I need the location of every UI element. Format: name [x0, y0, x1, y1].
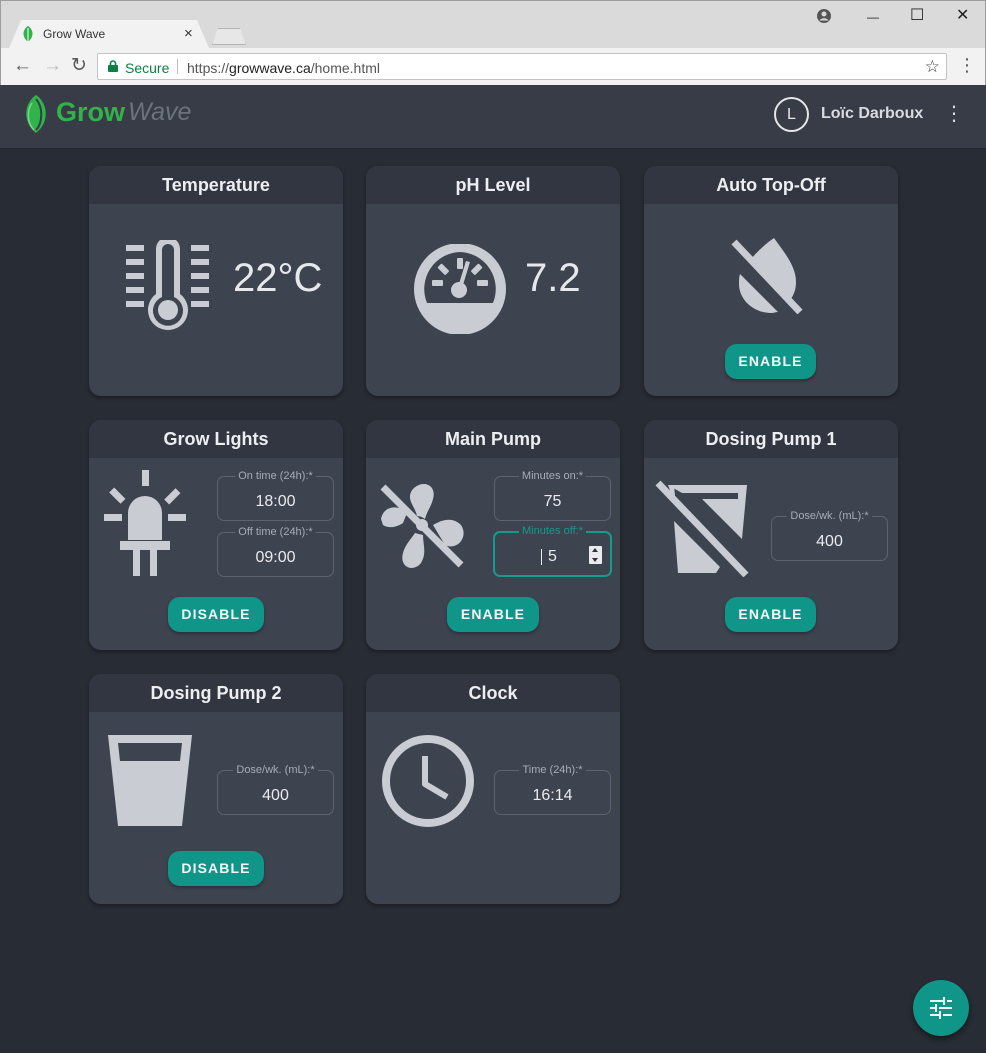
minimize-icon[interactable]: —: [867, 8, 879, 26]
back-icon[interactable]: ←: [13, 55, 32, 77]
browser-chrome: Grow Wave × — ☐ ✕ ← → ↻ Secure https://g…: [0, 0, 986, 86]
omnibox-divider: [177, 59, 178, 74]
led-icon: [104, 470, 186, 578]
dosing-pump-1-card: Dosing Pump 1 Dose/wk. (mL):* 400 ENABLE: [644, 420, 898, 650]
card-title: Temperature: [89, 166, 343, 204]
maximize-icon[interactable]: ☐: [910, 7, 924, 25]
grow-lights-disable-button[interactable]: DISABLE: [168, 597, 264, 632]
time-label: Time (24h):*: [519, 764, 586, 776]
minutes-on-label: Minutes on:*: [518, 470, 587, 482]
card-title: Clock: [366, 674, 620, 712]
address-bar[interactable]: Secure https://growwave.ca/home.html ☆: [97, 53, 947, 80]
tab-title: Grow Wave: [43, 27, 106, 41]
tab-strip: Grow Wave × — ☐ ✕: [1, 1, 985, 48]
clock-card: Clock Time (24h):* 16:14: [366, 674, 620, 904]
dose-label: Dose/wk. (mL):*: [233, 764, 318, 776]
window-close-icon[interactable]: ✕: [956, 7, 969, 25]
browser-menu-icon[interactable]: ⋮: [958, 54, 976, 76]
new-tab-button[interactable]: [212, 28, 246, 45]
leaf-favicon-icon: [23, 26, 33, 42]
browser-tab[interactable]: [9, 20, 209, 48]
user-name[interactable]: Loïc Darboux: [821, 105, 923, 123]
main-pump-enable-button[interactable]: ENABLE: [447, 597, 539, 632]
off-time-field[interactable]: Off time (24h):* 09:00: [217, 526, 334, 577]
leaf-logo-icon: [26, 95, 46, 133]
minutes-off-field[interactable]: Minutes off:* 5: [493, 525, 612, 577]
tune-icon: [930, 997, 952, 1019]
on-time-label: On time (24h):*: [235, 470, 316, 482]
off-time-label: Off time (24h):*: [235, 526, 316, 538]
profile-icon[interactable]: [817, 9, 831, 23]
off-time-value[interactable]: 09:00: [218, 549, 333, 567]
card-title: pH Level: [366, 166, 620, 204]
clock-icon: [381, 734, 475, 828]
on-time-field[interactable]: On time (24h):* 18:00: [217, 470, 334, 521]
minutes-on-value[interactable]: 75: [495, 493, 610, 511]
card-title: Main Pump: [366, 420, 620, 458]
dose-label: Dose/wk. (mL):*: [787, 510, 872, 522]
dosing-pump-1-enable-button[interactable]: ENABLE: [725, 597, 816, 632]
time-value[interactable]: 16:14: [495, 787, 610, 805]
lock-icon: [108, 60, 118, 72]
bookmark-star-icon[interactable]: ☆: [925, 57, 940, 77]
thermometer-icon: [125, 240, 211, 334]
card-title: Auto Top-Off: [644, 166, 898, 204]
url-text: https://growwave.ca/home.html: [187, 60, 380, 76]
logo-grow-text: Grow: [56, 97, 126, 127]
dosing-pump-2-card: Dosing Pump 2 Dose/wk. (mL):* 400 DISABL…: [89, 674, 343, 904]
fan-off-icon: [379, 481, 465, 569]
ph-level-card: pH Level 7.2: [366, 166, 620, 396]
ph-value: 7.2: [525, 256, 581, 300]
avatar[interactable]: L: [774, 97, 809, 132]
on-time-value[interactable]: 18:00: [218, 493, 333, 511]
reload-icon[interactable]: ↻: [71, 55, 87, 77]
auto-top-off-enable-button[interactable]: ENABLE: [725, 344, 816, 379]
time-field[interactable]: Time (24h):* 16:14: [494, 764, 611, 815]
temperature-value: 22°C: [233, 256, 323, 300]
dose-field[interactable]: Dose/wk. (mL):* 400: [217, 764, 334, 815]
dosing-pump-2-disable-button[interactable]: DISABLE: [168, 851, 264, 886]
browser-toolbar: ← → ↻ Secure https://growwave.ca/home.ht…: [1, 48, 985, 86]
tab-close-icon[interactable]: ×: [184, 25, 193, 43]
dose-field[interactable]: Dose/wk. (mL):* 400: [771, 510, 888, 561]
secure-label: Secure: [125, 60, 170, 76]
water-off-icon: [730, 234, 804, 314]
card-title: Dosing Pump 1: [644, 420, 898, 458]
auto-top-off-card: Auto Top-Off ENABLE: [644, 166, 898, 396]
card-title: Grow Lights: [89, 420, 343, 458]
grow-lights-card: Grow Lights On time (24h):* 18:00 Off ti…: [89, 420, 343, 650]
app-menu-icon[interactable]: ⋮: [944, 102, 964, 126]
card-title: Dosing Pump 2: [89, 674, 343, 712]
logo-wave-text: Wave: [128, 98, 192, 126]
settings-fab-button[interactable]: [913, 980, 969, 1036]
cup-off-icon: [654, 479, 750, 577]
main-pump-card: Main Pump Minutes on:* 75 Minutes off:* …: [366, 420, 620, 650]
gauge-icon: [413, 244, 507, 334]
dose-value[interactable]: 400: [772, 533, 887, 551]
temperature-card: Temperature 22°C: [89, 166, 343, 396]
app-bar: Grow Wave L Loïc Darboux ⋮: [0, 85, 986, 149]
minutes-off-label: Minutes off:*: [519, 525, 586, 537]
minutes-on-field[interactable]: Minutes on:* 75: [494, 470, 611, 521]
forward-icon[interactable]: →: [43, 55, 62, 77]
cup-icon: [107, 734, 193, 828]
dose-value[interactable]: 400: [218, 787, 333, 805]
number-spinner-icon[interactable]: [589, 546, 602, 564]
